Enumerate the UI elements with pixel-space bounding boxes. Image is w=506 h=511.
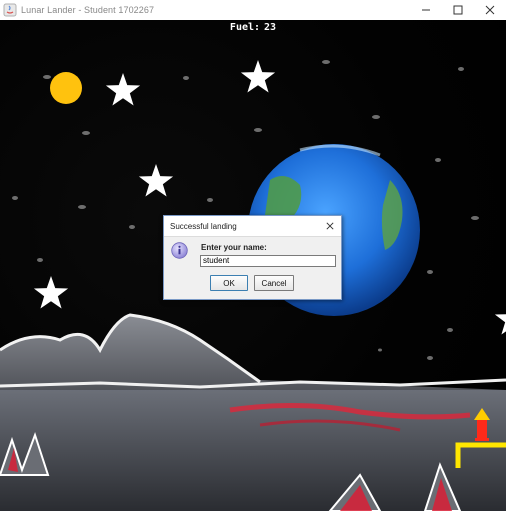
java-app-icon (3, 3, 17, 17)
star-icon (240, 60, 276, 93)
cancel-button[interactable]: Cancel (254, 275, 294, 291)
star-icon (105, 73, 141, 106)
star-icon (138, 164, 174, 197)
ok-button[interactable]: OK (210, 275, 248, 291)
window-titlebar: Lunar Lander - Student 1702267 (0, 0, 506, 21)
name-prompt-label: Enter your name: (201, 243, 267, 252)
maximize-icon (453, 5, 463, 15)
name-input[interactable]: student (200, 255, 336, 267)
info-icon (171, 242, 188, 259)
minimize-button[interactable] (410, 0, 442, 20)
dialog-close-button[interactable] (323, 219, 337, 233)
window-controls (410, 0, 506, 20)
window-title: Lunar Lander - Student 1702267 (21, 5, 155, 15)
close-window-button[interactable] (474, 0, 506, 20)
close-icon (485, 5, 495, 15)
dialog-titlebar: Successful landing (164, 216, 341, 237)
maximize-button[interactable] (442, 0, 474, 20)
close-icon (326, 222, 334, 230)
sun-icon (50, 72, 82, 104)
fuel-label: Fuel: (229, 22, 261, 33)
minimize-icon (422, 9, 430, 11)
star-icon (494, 314, 506, 335)
successful-landing-dialog: Successful landing Enter your name: stud… (163, 215, 342, 300)
dialog-title: Successful landing (170, 221, 237, 231)
star-icon (33, 276, 69, 309)
fuel-value: 23 (264, 22, 277, 33)
fuel-readout: Fuel: 23 (0, 22, 506, 33)
